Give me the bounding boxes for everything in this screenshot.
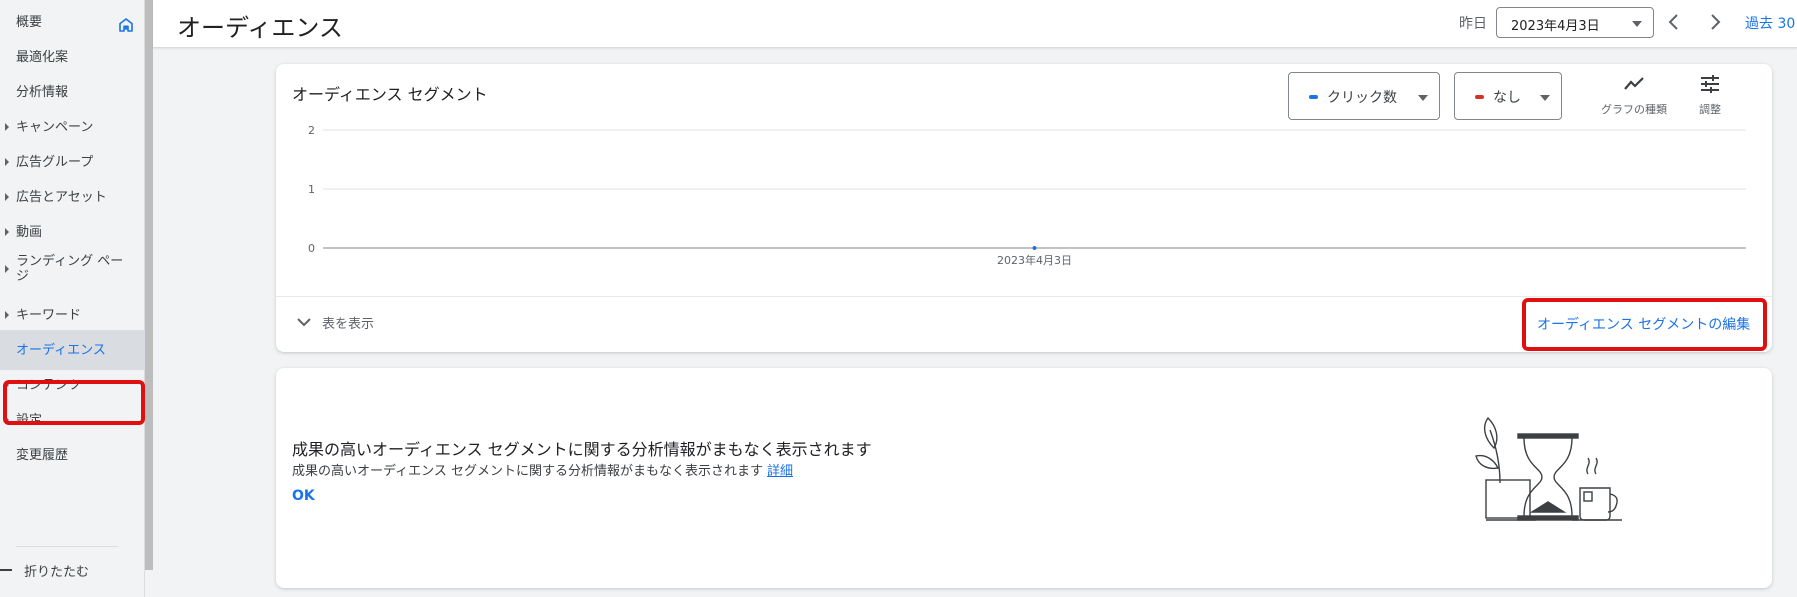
metric2-label: なし xyxy=(1493,90,1521,106)
data-point xyxy=(1032,246,1037,250)
adjust-label: 調整 xyxy=(1699,103,1721,116)
sidebar-item-label: 広告グループ xyxy=(16,154,94,170)
sidebar-item[interactable]: ランディング ペー ジ xyxy=(0,253,145,285)
show-table-button[interactable]: 表を表示 xyxy=(296,312,374,332)
y-tick-label: 1 xyxy=(308,183,315,196)
next-period-icon[interactable] xyxy=(1706,12,1724,32)
home-icon[interactable] xyxy=(118,17,134,33)
sidebar-item-label: 最適化案 xyxy=(16,49,69,65)
edit-audience-segments-link[interactable]: オーディエンス セグメントの編集 xyxy=(1537,314,1750,334)
x-tick-label: 2023年4月3日 xyxy=(997,253,1072,267)
metric1-label: クリック数 xyxy=(1327,90,1397,106)
ok-button[interactable]: OK xyxy=(292,488,315,504)
sidebar-item[interactable]: 分析情報 xyxy=(0,76,145,108)
sidebar-item-label: コンテンツ xyxy=(16,377,82,393)
sidebar-item[interactable]: キャンペーン xyxy=(0,111,145,143)
top-bar: オーディエンス 昨日 2023年4月3日 過去 30 xyxy=(153,0,1797,48)
sidebar-item-label: キーワード xyxy=(16,307,82,323)
sidebar-item-label: 広告とアセット xyxy=(16,189,107,205)
line-chart-icon xyxy=(1624,77,1644,90)
sidebar-item-label: 概要 xyxy=(16,14,43,30)
date-value: 2023年4月3日 xyxy=(1511,19,1600,34)
y-tick-label: 0 xyxy=(308,242,315,255)
expand-caret-icon xyxy=(5,416,9,424)
sidebar-divider xyxy=(16,546,118,547)
tune-icon xyxy=(1701,75,1719,93)
collapse-label: 折りたたむ xyxy=(24,564,90,580)
show-table-label: 表を表示 xyxy=(322,316,375,332)
sidebar-scrollbar[interactable] xyxy=(145,0,153,570)
insight-body-text: 成果の高いオーディエンス セグメントに関する分析情報がまもなく表示されます xyxy=(292,464,763,479)
sidebar-item[interactable]: コンテンツ xyxy=(0,369,145,401)
expand-caret-icon xyxy=(5,265,9,273)
page-title: オーディエンス xyxy=(177,14,343,42)
card-divider xyxy=(276,296,1772,297)
sidebar-item-label: 動画 xyxy=(16,224,43,240)
sidebar-item[interactable]: 広告とアセット xyxy=(0,181,145,213)
expand-caret-icon xyxy=(5,381,9,389)
sidebar-item-label: キャンペーン xyxy=(16,119,94,135)
date-dropdown-arrow-icon xyxy=(1632,21,1642,27)
insight-body: 成果の高いオーディエンス セグメントに関する分析情報がまもなく表示されます 詳細 xyxy=(292,460,793,479)
metric1-swatch xyxy=(1309,95,1318,99)
metric2-swatch xyxy=(1475,95,1484,99)
sidebar-item[interactable]: 最適化案 xyxy=(0,41,145,73)
date-select[interactable]: 2023年4月3日 xyxy=(1496,7,1654,38)
graph-type-button[interactable]: グラフの種類 xyxy=(1596,74,1672,117)
sidebar-item[interactable]: オーディエンス xyxy=(0,330,145,370)
adjust-button[interactable]: 調整 xyxy=(1690,74,1730,117)
metric2-dropdown-arrow-icon xyxy=(1540,95,1550,101)
y-tick-label: 2 xyxy=(308,124,315,137)
date-label: 昨日 xyxy=(1459,16,1487,32)
expand-caret-icon xyxy=(5,158,9,166)
sidebar-item[interactable]: キーワード xyxy=(0,299,145,331)
metric1-dropdown-arrow-icon xyxy=(1418,95,1428,101)
metric-select-none[interactable]: なし xyxy=(1454,72,1562,120)
sidebar: 概要最適化案分析情報キャンペーン 広告グループ 広告とアセット 動画ランディング ペー… xyxy=(0,0,145,597)
sidebar-item-label: オーディエンス xyxy=(16,342,106,358)
insight-title: 成果の高いオーディエンス セグメントに関する分析情報がまもなく表示されます xyxy=(292,440,872,459)
insight-card: 成果の高いオーディエンス セグメントに関する分析情報がまもなく表示されます 成果… xyxy=(276,368,1772,588)
sidebar-item-label: 分析情報 xyxy=(16,84,69,100)
expand-caret-icon xyxy=(5,193,9,201)
sidebar-item[interactable]: 動画 xyxy=(0,216,145,248)
sidebar-item-label: 変更履歴 xyxy=(16,447,69,463)
metric-select-clicks[interactable]: クリック数 xyxy=(1288,72,1440,120)
details-link[interactable]: 詳細 xyxy=(767,464,793,479)
expand-caret-icon xyxy=(5,123,9,131)
sidebar-item-label: ランディング ペー ジ xyxy=(16,254,124,284)
collapse-button[interactable]: 折りたたむ xyxy=(0,560,89,580)
graph-type-label: グラフの種類 xyxy=(1601,103,1667,116)
period-link[interactable]: 過去 30 xyxy=(1745,13,1795,33)
expand-caret-icon xyxy=(5,311,9,319)
hourglass-plant-illustration xyxy=(1475,416,1622,521)
segment-card-title: オーディエンス セグメント xyxy=(292,85,488,104)
sidebar-item[interactable]: 広告グループ xyxy=(0,146,145,178)
audience-segment-card: オーディエンス セグメント クリック数 なし グラフの種類 調整 2 1 0 2023… xyxy=(276,64,1772,352)
sidebar-item[interactable]: 変更履歴 xyxy=(0,439,145,471)
sidebar-item[interactable]: 設定 xyxy=(0,404,145,436)
clicks-line-chart: 2 1 0 2023年4月3日 xyxy=(308,124,1746,267)
collapse-dash-icon xyxy=(0,569,12,571)
prev-period-icon[interactable] xyxy=(1665,12,1683,32)
expand-caret-icon xyxy=(5,228,9,236)
sidebar-item-label: 設定 xyxy=(16,412,43,428)
chevron-down-icon xyxy=(297,318,311,327)
